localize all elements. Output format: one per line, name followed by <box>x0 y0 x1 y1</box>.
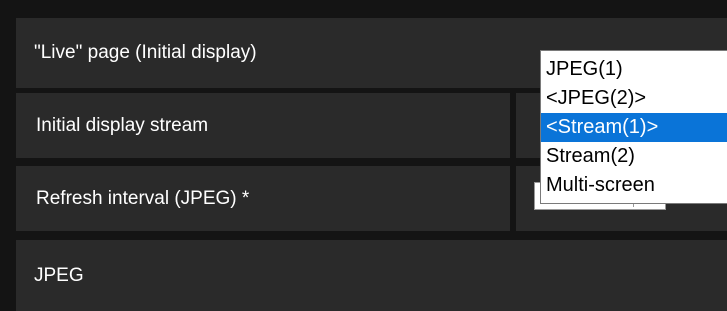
dropdown-option-multi-screen[interactable]: Multi-screen <box>541 171 727 200</box>
dropdown-option-jpeg2[interactable]: <JPEG(2)> <box>541 84 727 113</box>
dropdown-option-stream1[interactable]: <Stream(1)> <box>541 113 727 142</box>
dropdown-option-stream2[interactable]: Stream(2) <box>541 142 727 171</box>
settings-page: "Live" page (Initial display) Initial di… <box>0 0 727 311</box>
jpeg-section-title: JPEG <box>34 264 84 286</box>
refresh-interval-label: Refresh interval (JPEG) * <box>36 187 250 209</box>
live-page-section-title: "Live" page (Initial display) <box>34 42 257 63</box>
dropdown-option-jpeg1[interactable]: JPEG(1) <box>541 55 727 84</box>
initial-display-stream-dropdown-list[interactable]: JPEG(1) <JPEG(2)> <Stream(1)> Stream(2) … <box>540 50 727 204</box>
initial-display-stream-label-cell: Initial display stream <box>16 93 510 158</box>
refresh-interval-label-cell: Refresh interval (JPEG) * <box>16 166 510 231</box>
jpeg-section-header: JPEG <box>16 240 727 311</box>
initial-display-stream-label: Initial display stream <box>36 114 209 136</box>
